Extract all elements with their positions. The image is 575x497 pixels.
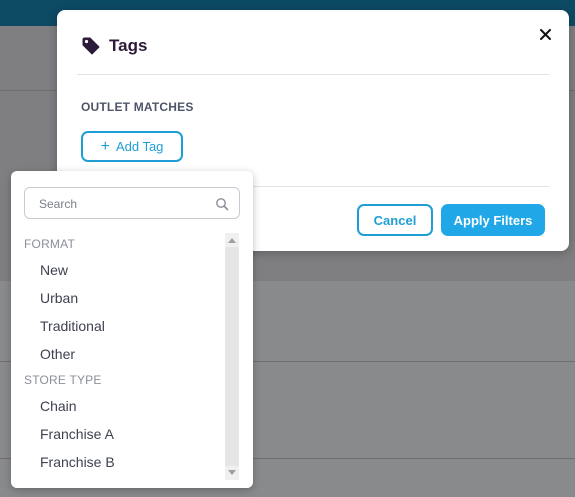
option-franchise-b[interactable]: Franchise B (40, 454, 115, 470)
modal-header: Tags (81, 36, 147, 56)
search-icon (216, 198, 229, 211)
option-other[interactable]: Other (40, 346, 75, 362)
scrollbar-thumb[interactable] (225, 247, 239, 466)
option-chain[interactable]: Chain (40, 398, 77, 414)
group-label-store-type: STORE TYPE (24, 373, 102, 387)
option-new[interactable]: New (40, 262, 68, 278)
group-label-format: FORMAT (24, 237, 75, 251)
cancel-button[interactable]: Cancel (357, 204, 433, 236)
option-traditional[interactable]: Traditional (40, 318, 105, 334)
close-button[interactable] (537, 26, 553, 42)
dropdown-scrollbar[interactable] (225, 233, 239, 480)
scroll-down-icon[interactable] (228, 470, 236, 475)
modal-title: Tags (109, 36, 148, 55)
tag-dropdown: FORMAT New Urban Traditional Other STORE… (11, 171, 253, 488)
close-icon (539, 28, 551, 40)
tag-icon (81, 36, 101, 56)
search-field[interactable] (24, 187, 240, 219)
option-urban[interactable]: Urban (40, 290, 78, 306)
header-divider (77, 74, 549, 75)
section-label: OUTLET MATCHES (81, 100, 194, 114)
option-franchise-a[interactable]: Franchise A (40, 426, 114, 442)
add-tag-button[interactable]: + Add Tag (81, 131, 183, 162)
scroll-up-icon[interactable] (228, 238, 236, 243)
add-tag-label: Add Tag (115, 139, 164, 154)
plus-icon: + (100, 137, 110, 155)
apply-filters-button[interactable]: Apply Filters (441, 204, 545, 236)
search-input[interactable] (39, 195, 209, 213)
